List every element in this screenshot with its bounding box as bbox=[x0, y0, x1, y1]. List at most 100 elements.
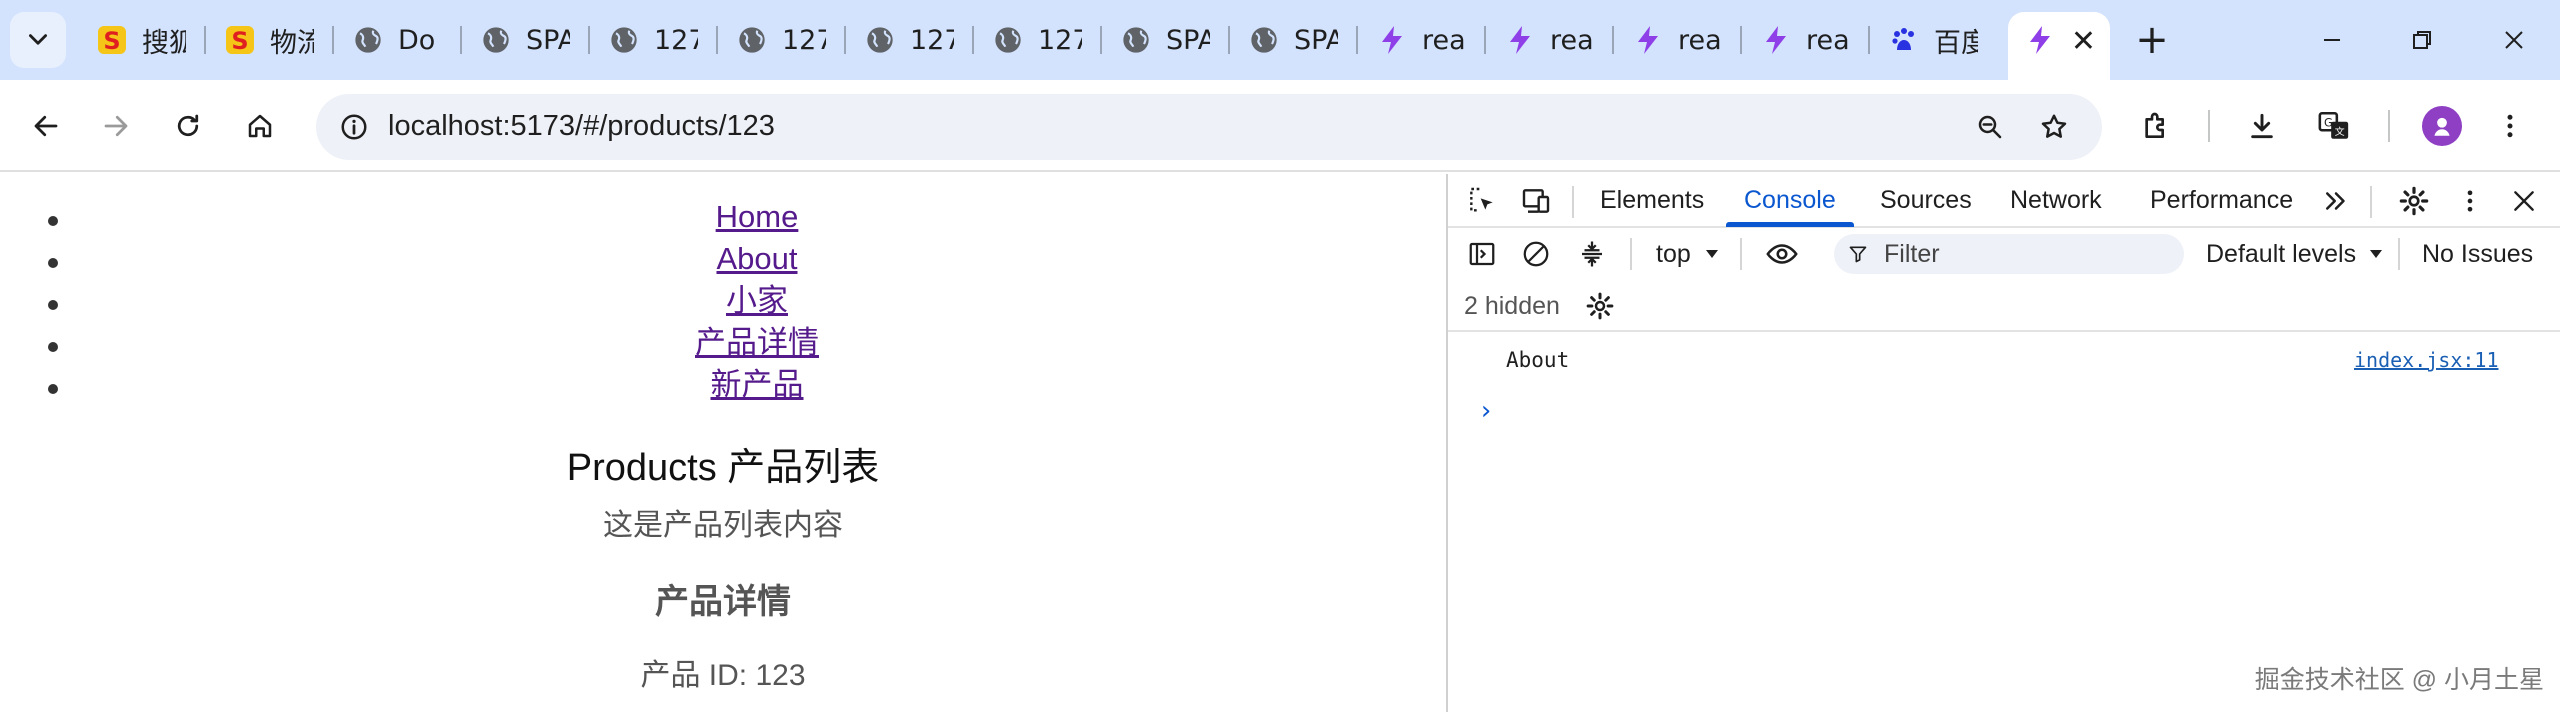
close-tab-icon[interactable]: ✕ bbox=[2071, 24, 2096, 59]
translate-icon: G文 bbox=[2318, 111, 2349, 139]
more-tabs-icon[interactable] bbox=[2316, 181, 2356, 221]
nav-link-home[interactable]: Home bbox=[716, 199, 799, 234]
log-levels-selector[interactable]: Default levels bbox=[2206, 240, 2356, 269]
new-tab-button[interactable]: + bbox=[2132, 20, 2172, 60]
console-source-link[interactable]: index.jsx:11 bbox=[2354, 348, 2499, 372]
restore-icon bbox=[2413, 31, 2431, 49]
vite-icon bbox=[1504, 24, 1536, 56]
tab-9[interactable]: SPA bbox=[1104, 12, 1222, 68]
arrow-left-icon bbox=[34, 115, 58, 137]
toolbar-divider bbox=[2208, 110, 2210, 142]
site-info-icon[interactable] bbox=[330, 103, 378, 151]
tab-3[interactable]: Do bbox=[336, 12, 454, 68]
reload-button[interactable] bbox=[162, 100, 214, 152]
console-filter-input[interactable]: Filter bbox=[1834, 234, 2184, 274]
tab-6[interactable]: 127 bbox=[720, 12, 838, 68]
tab-10[interactable]: SPA bbox=[1232, 12, 1350, 68]
restore-button[interactable] bbox=[2398, 16, 2446, 64]
tab-separator bbox=[588, 26, 590, 54]
tab-4[interactable]: SPA bbox=[464, 12, 582, 68]
bullet bbox=[48, 258, 58, 268]
tab-13[interactable]: rea bbox=[1616, 12, 1734, 68]
forward-button[interactable] bbox=[90, 100, 142, 152]
nav-link-home-cn[interactable]: 小家 bbox=[726, 283, 788, 318]
bullet bbox=[48, 342, 58, 352]
devtools-tab-performance[interactable]: Performance bbox=[2150, 186, 2293, 215]
tab-separator bbox=[204, 26, 206, 54]
tab-title: rea bbox=[1550, 24, 1594, 56]
device-toggle-icon[interactable] bbox=[1516, 181, 1556, 221]
minimize-button[interactable] bbox=[2308, 16, 2356, 64]
devtools-tab-sources[interactable]: Sources bbox=[1880, 186, 1972, 215]
tab-7[interactable]: 127 bbox=[848, 12, 966, 68]
back-button[interactable] bbox=[20, 100, 72, 152]
console-settings-gear-icon[interactable] bbox=[1580, 286, 1620, 326]
svg-text:S: S bbox=[103, 27, 120, 55]
tab-separator bbox=[1100, 26, 1102, 54]
tab-11[interactable]: rea bbox=[1360, 12, 1478, 68]
caret-down-icon bbox=[2370, 250, 2382, 258]
zoom-icon[interactable] bbox=[1966, 103, 2014, 151]
console-message-text: About bbox=[1506, 348, 1570, 372]
close-window-button[interactable] bbox=[2490, 16, 2538, 64]
tab-1[interactable]: S 搜狐 bbox=[80, 12, 198, 68]
menu-button[interactable] bbox=[2484, 100, 2536, 152]
svg-text:G: G bbox=[2324, 116, 2333, 130]
bullet bbox=[48, 384, 58, 394]
devtools-tab-network[interactable]: Network bbox=[2010, 186, 2102, 215]
issues-count[interactable]: No Issues bbox=[2422, 240, 2533, 269]
tab-separator bbox=[460, 26, 462, 54]
nav-item-about: About bbox=[0, 238, 1446, 280]
nav-link-new-product[interactable]: 新产品 bbox=[711, 367, 804, 402]
page-viewport: Home About 小家 产品详情 新产品 Products 产品列表 这是产… bbox=[0, 174, 1446, 712]
bullet bbox=[48, 216, 58, 226]
devtools-tab-console[interactable]: Console bbox=[1744, 186, 1836, 215]
clear-console-icon[interactable] bbox=[1516, 234, 1556, 274]
globe-icon bbox=[1120, 24, 1152, 56]
nav-link-product-detail[interactable]: 产品详情 bbox=[695, 325, 819, 360]
page-description: 这是产品列表内容 bbox=[603, 509, 843, 542]
sohu-icon: S bbox=[224, 24, 256, 56]
tab-search-button[interactable] bbox=[10, 12, 66, 68]
nav-list: Home About 小家 产品详情 新产品 bbox=[0, 196, 1446, 406]
devtools-tab-elements[interactable]: Elements bbox=[1600, 186, 1704, 215]
context-selector[interactable]: top bbox=[1656, 240, 1691, 269]
tab-8[interactable]: 127 bbox=[976, 12, 1094, 68]
close-icon bbox=[2505, 31, 2523, 49]
tab-title: 127 bbox=[910, 24, 954, 56]
downloads-button[interactable] bbox=[2236, 100, 2288, 152]
globe-icon bbox=[608, 24, 640, 56]
devtools-menu-icon[interactable] bbox=[2450, 181, 2490, 221]
close-devtools-icon[interactable] bbox=[2504, 181, 2544, 221]
browser-toolbar: localhost:5173/#/products/123 G文 bbox=[0, 80, 2560, 172]
tab-5[interactable]: 127 bbox=[592, 12, 710, 68]
caret-down-icon bbox=[1706, 250, 1718, 258]
tab-active[interactable]: ✕ bbox=[2008, 12, 2110, 80]
bookmark-star-icon[interactable] bbox=[2030, 103, 2078, 151]
url-text[interactable]: localhost:5173/#/products/123 bbox=[388, 110, 775, 143]
tab-15[interactable]: 百度 bbox=[1872, 12, 1990, 68]
tab-title: rea bbox=[1422, 24, 1466, 56]
nav-link-about[interactable]: About bbox=[716, 241, 797, 276]
tab-title: 127 bbox=[654, 24, 698, 56]
baidu-icon bbox=[1888, 24, 1920, 56]
extensions-button[interactable] bbox=[2130, 100, 2182, 152]
profile-avatar[interactable] bbox=[2422, 106, 2462, 146]
console-prompt-icon[interactable]: › bbox=[1478, 396, 1494, 426]
group-similar-icon[interactable] bbox=[1572, 234, 1612, 274]
tab-12[interactable]: rea bbox=[1488, 12, 1606, 68]
home-button[interactable] bbox=[234, 100, 286, 152]
tab-separator bbox=[1228, 26, 1230, 54]
filter-funnel-icon bbox=[1849, 246, 1867, 263]
settings-gear-icon[interactable] bbox=[2394, 181, 2434, 221]
sidebar-toggle-icon[interactable] bbox=[1462, 234, 1502, 274]
live-expression-eye-icon[interactable] bbox=[1762, 234, 1802, 274]
inspect-element-icon[interactable] bbox=[1462, 181, 1502, 221]
tab-2[interactable]: S 物流 bbox=[208, 12, 326, 68]
tab-14[interactable]: rea bbox=[1744, 12, 1862, 68]
globe-icon bbox=[352, 24, 384, 56]
translate-button[interactable]: G文 bbox=[2308, 100, 2360, 152]
vite-icon bbox=[2024, 24, 2056, 56]
tab-title: Do bbox=[398, 24, 436, 56]
address-bar[interactable]: localhost:5173/#/products/123 bbox=[316, 94, 2102, 160]
